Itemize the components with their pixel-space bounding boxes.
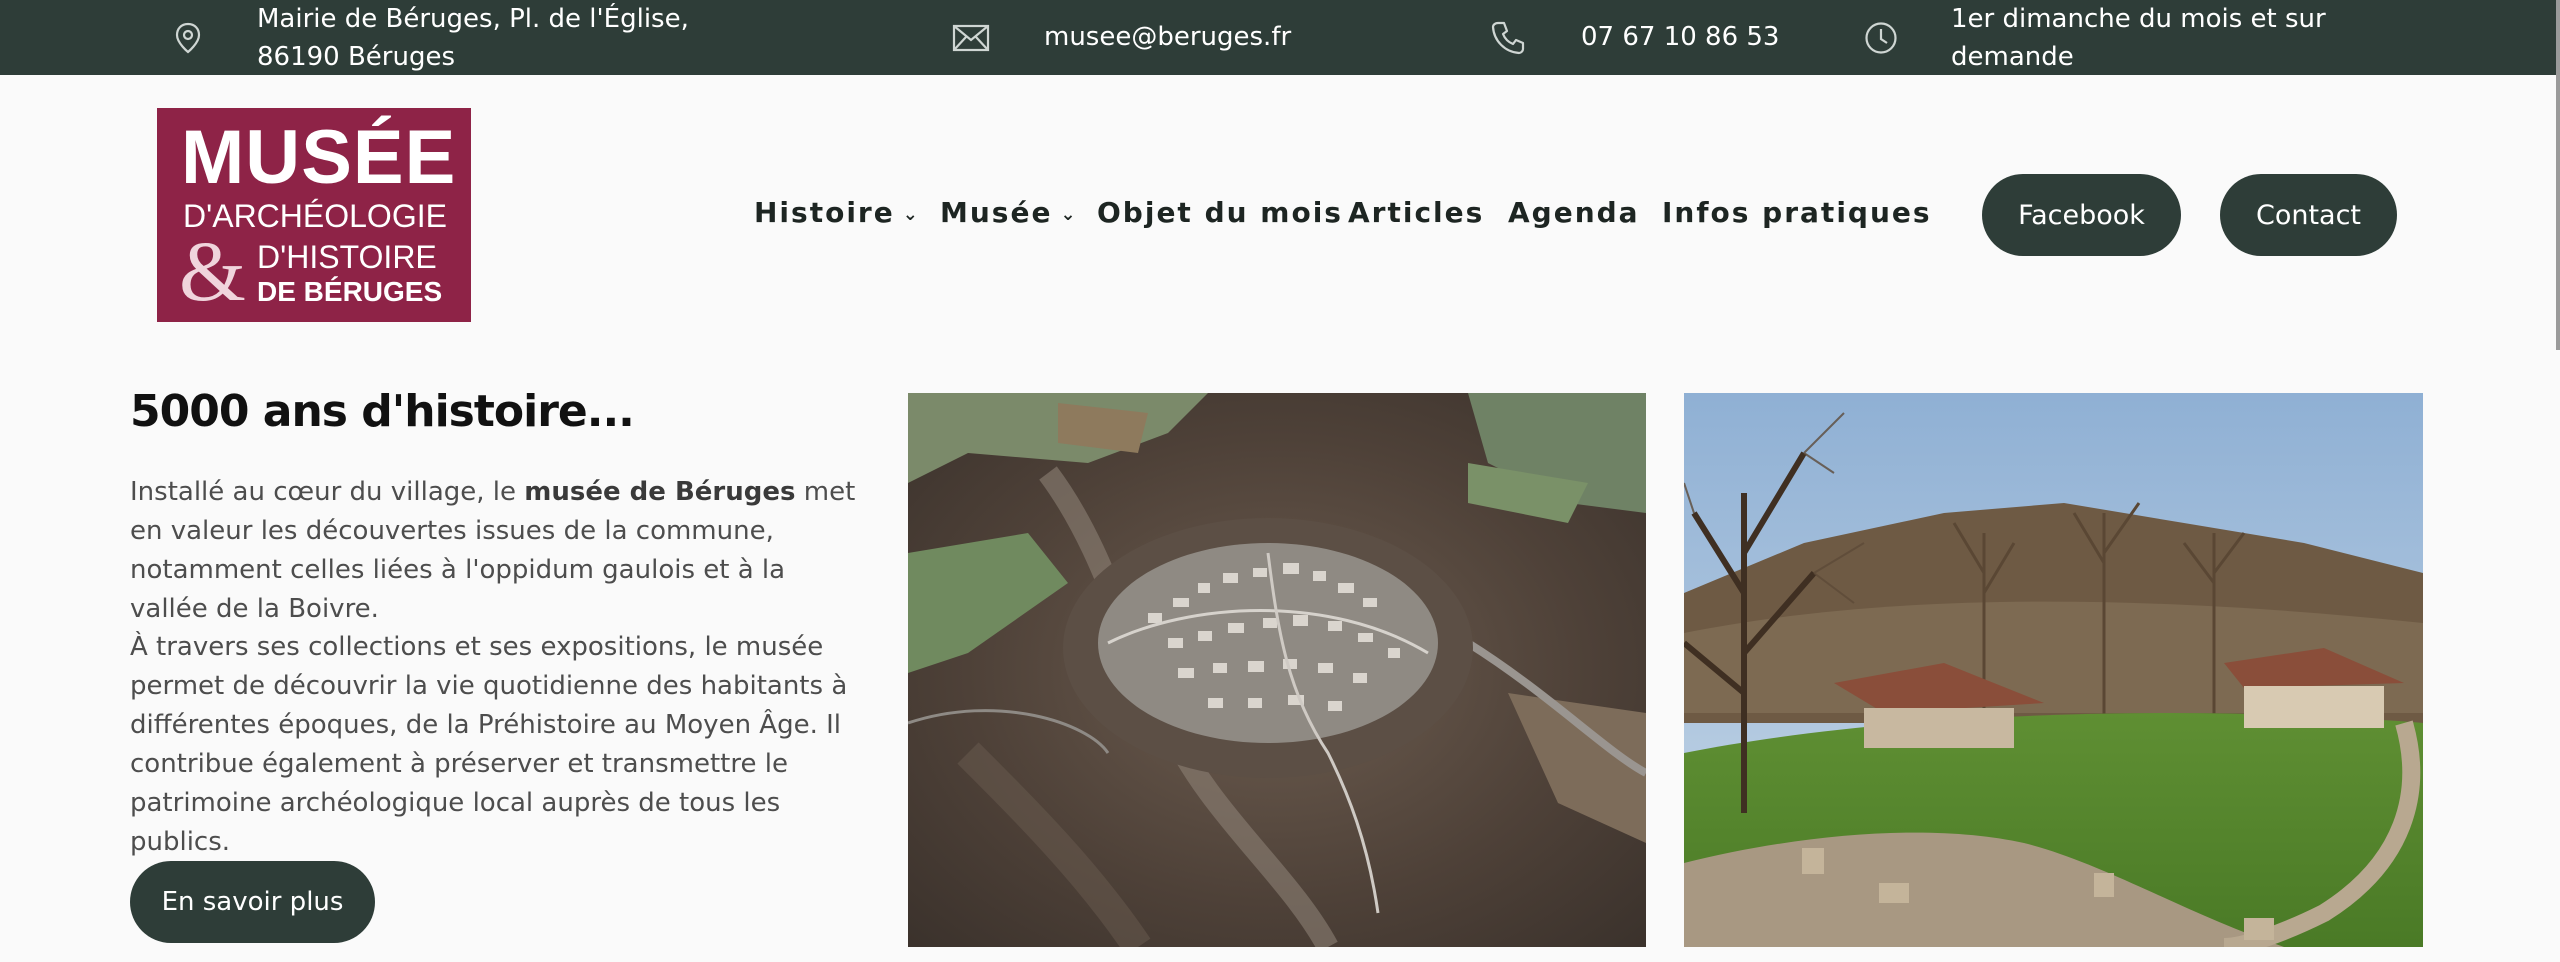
section-heading: 5000 ans d'histoire... — [130, 386, 635, 437]
map-pin-icon — [168, 18, 208, 58]
nav-item-histoire[interactable]: Histoire ⌄ — [754, 196, 920, 229]
aerial-village-photo — [908, 393, 1646, 947]
nav-item-agenda[interactable]: Agenda — [1508, 196, 1640, 229]
address-text: Mairie de Béruges, Pl. de l'Église, 8619… — [257, 4, 689, 72]
nav-item-label: Articles — [1348, 196, 1485, 229]
nav-item-label: Agenda — [1508, 196, 1640, 229]
intro-text-start: Installé au cœur du village, le — [130, 477, 525, 507]
email-link[interactable]: musee@beruges.fr — [1044, 18, 1291, 56]
learn-more-button[interactable]: En savoir plus — [130, 861, 375, 943]
collections-paragraph: À travers ses collections et ses exposit… — [130, 632, 848, 857]
museum-logo[interactable]: MUSÉE D'ARCHÉOLOGIE & D'HISTOIRE DE BÉRU… — [157, 108, 471, 322]
nav-item-infos-pratiques[interactable]: Infos pratiques — [1662, 196, 1932, 229]
logo-line-4: DE BÉRUGES — [257, 276, 443, 307]
page-scrollbar[interactable] — [2556, 0, 2560, 350]
nav-item-objet-du-mois[interactable]: Objet du mois — [1097, 196, 1343, 229]
opening-hours-text: 1er dimanche du mois et sur demande — [1951, 4, 2326, 72]
logo-line-1: MUSÉE — [181, 115, 457, 200]
archaeological-park-photo — [1684, 393, 2423, 947]
phone-icon — [1488, 18, 1528, 58]
nav-item-label: Infos pratiques — [1662, 196, 1932, 229]
nav-item-label: Histoire — [754, 196, 895, 229]
top-info-bar: Mairie de Béruges, Pl. de l'Église, 8619… — [0, 0, 2556, 75]
facebook-button[interactable]: Facebook — [1982, 174, 2181, 256]
envelope-icon — [951, 18, 991, 58]
intro-paragraph: Installé au cœur du village, le musée de… — [130, 473, 860, 629]
intro-text-bold: musée de Béruges — [524, 477, 796, 507]
chevron-down-icon: ⌄ — [1060, 204, 1078, 225]
phone-link[interactable]: 07 67 10 86 53 — [1581, 18, 1779, 56]
nav-item-label: Musée — [940, 196, 1053, 229]
clock-icon — [1861, 18, 1901, 58]
nav-item-label: Objet du mois — [1097, 196, 1343, 229]
contact-button[interactable]: Contact — [2220, 174, 2397, 256]
logo-ampersand: & — [179, 223, 246, 319]
logo-line-3: D'HISTOIRE — [257, 239, 437, 275]
nav-item-musee[interactable]: Musée ⌄ — [940, 196, 1078, 229]
chevron-down-icon: ⌄ — [902, 204, 920, 225]
nav-item-articles[interactable]: Articles — [1348, 196, 1484, 229]
